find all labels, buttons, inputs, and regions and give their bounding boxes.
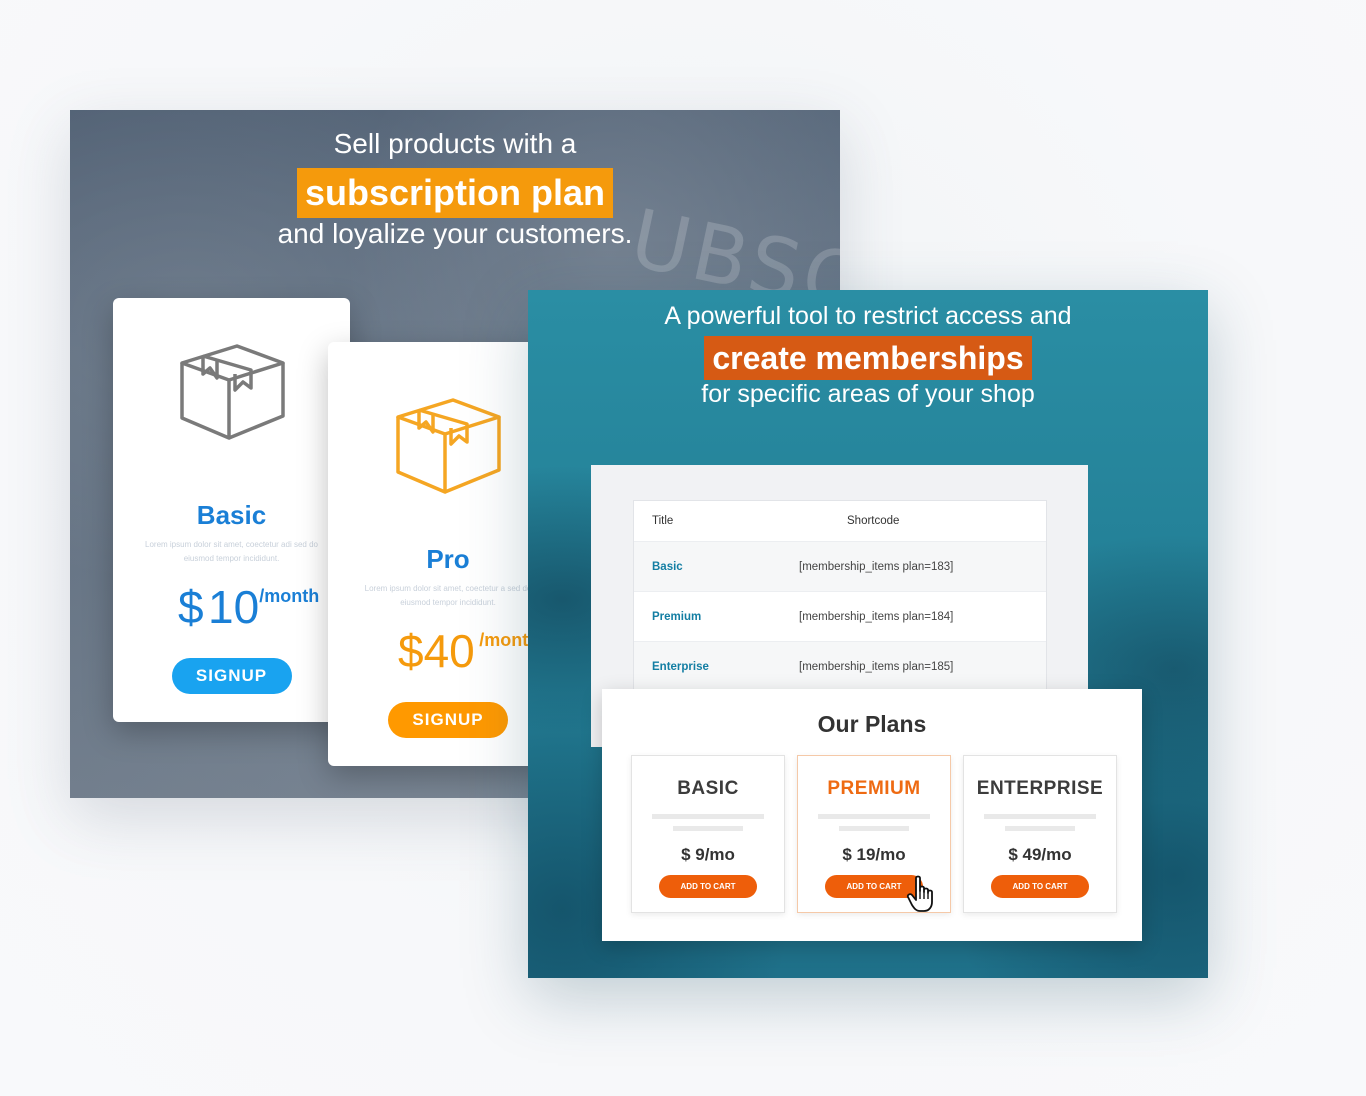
table-row: Basic [membership_items plan=183] xyxy=(634,541,1046,591)
box-icon xyxy=(393,392,503,502)
plans-title: Our Plans xyxy=(817,711,927,737)
hand-pointer-icon xyxy=(906,875,940,918)
price-currency: $ xyxy=(398,625,424,677)
plan-price: $ 19/mo xyxy=(842,845,906,864)
table-header-row: Title Shortcode xyxy=(634,501,1046,541)
plan-card-enterprise: ENTERPRISE $ 49/mo ADD TO CART xyxy=(963,755,1117,913)
column-header-shortcode: Shortcode xyxy=(847,515,900,527)
table-row: Premium [membership_items plan=184] xyxy=(634,591,1046,641)
placeholder-line xyxy=(818,814,930,819)
price-amount: 40 xyxy=(423,625,475,677)
column-header-title: Title xyxy=(652,515,674,527)
shortcode-cell: [membership_items plan=183] xyxy=(799,560,954,573)
signup-button-basic[interactable]: SIGNUP xyxy=(171,658,292,694)
plan-link-premium[interactable]: Premium xyxy=(652,611,701,623)
shortcode-cell: [membership_items plan=184] xyxy=(799,610,954,623)
headline-line-1: Sell products with a xyxy=(333,128,577,159)
shortcode-cell: [membership_items plan=185] xyxy=(799,660,954,673)
shortcode-table: Title Shortcode Basic [membership_items … xyxy=(633,500,1047,692)
our-plans-widget: Our Plans BASIC $ 9/mo ADD TO CART PREMI… xyxy=(602,689,1142,941)
title-cell: Enterprise xyxy=(634,661,799,673)
placeholder-line xyxy=(1005,826,1075,831)
add-to-cart-button-basic[interactable]: ADD TO CART xyxy=(659,875,757,898)
headline-highlight-row: create memberships xyxy=(528,336,1208,380)
table-row: Enterprise [membership_items plan=185] xyxy=(634,641,1046,691)
add-to-cart-button-enterprise[interactable]: ADD TO CART xyxy=(991,875,1089,898)
price-period: /mont xyxy=(479,630,529,650)
placeholder-line xyxy=(839,826,909,831)
title-cell: Basic xyxy=(634,561,799,573)
headline-line-3: and loyalize your customers. xyxy=(277,218,633,249)
plan-name: ENTERPRISE xyxy=(976,778,1104,799)
price-amount: 10 xyxy=(208,581,260,633)
price-period: /month xyxy=(259,586,320,606)
plan-name: Basic xyxy=(196,500,267,530)
placeholder-line xyxy=(984,814,1096,819)
headline-highlight: subscription plan xyxy=(296,168,614,218)
plan-price: $ 9/mo xyxy=(681,845,735,864)
headline-highlight: create memberships xyxy=(704,336,1032,380)
plan-price: $ 49/mo xyxy=(1008,845,1072,864)
box-icon xyxy=(177,338,287,448)
plan-link-enterprise[interactable]: Enterprise xyxy=(652,661,709,673)
headline-line-1: A powerful tool to restrict access and xyxy=(664,302,1072,330)
plan-card-basic: BASIC $ 9/mo ADD TO CART xyxy=(631,755,785,913)
title-cell: Premium xyxy=(634,611,799,623)
plan-description: Lorem ipsum dolor sit amet, coectetur ad… xyxy=(145,540,318,563)
placeholder-line xyxy=(652,814,764,819)
price-currency: $ xyxy=(178,581,204,633)
plan-name: BASIC xyxy=(677,778,739,799)
headline-line-3: for specific areas of your shop xyxy=(701,380,1035,408)
headline-highlight-row: subscription plan xyxy=(70,168,840,218)
placeholder-line xyxy=(673,826,743,831)
plan-name: PREMIUM xyxy=(827,778,921,799)
pricing-card-basic: Basic Lorem ipsum dolor sit amet, coecte… xyxy=(113,298,350,722)
signup-button-pro[interactable]: SIGNUP xyxy=(388,702,508,738)
membership-panel: A powerful tool to restrict access and c… xyxy=(528,290,1208,978)
plan-link-basic[interactable]: Basic xyxy=(652,561,683,573)
showcase-stage: UBSC Sell products with a subscription p… xyxy=(0,0,1366,1096)
